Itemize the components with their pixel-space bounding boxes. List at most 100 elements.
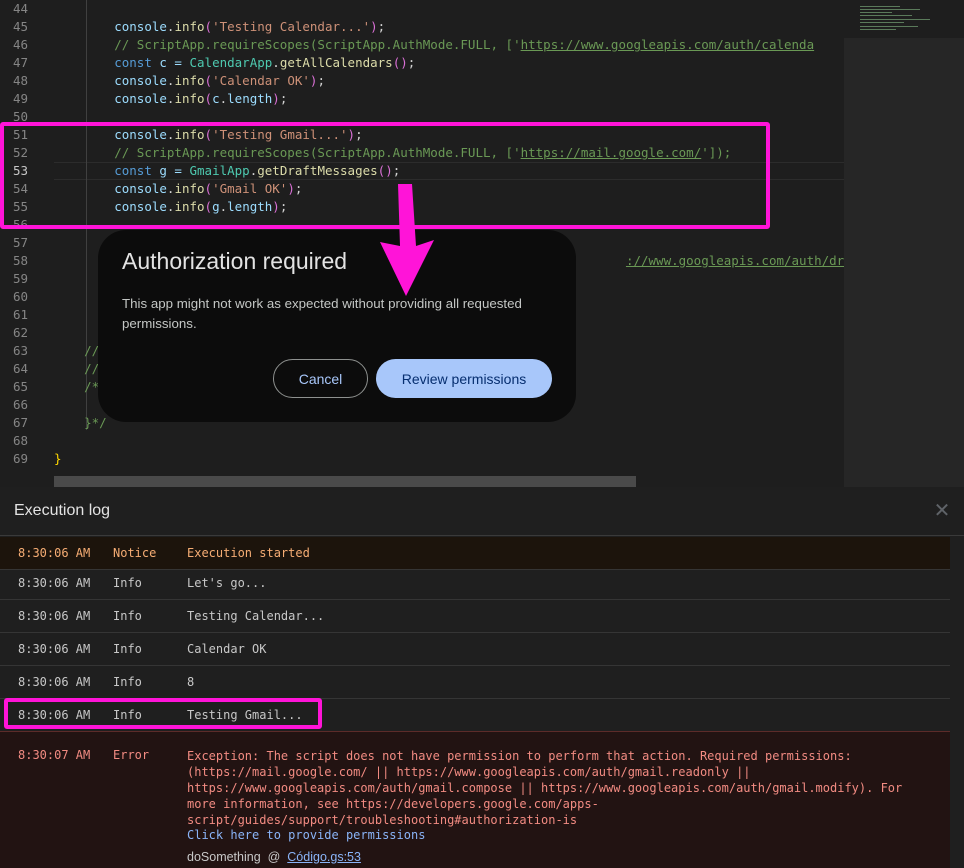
code-text: console.info('Calendar OK'); (54, 72, 325, 90)
code-token: ( (204, 91, 213, 106)
code-token: }*/ (84, 415, 107, 430)
log-row-error: 8:30:07 AM Error Exception: The script d… (0, 731, 950, 868)
error-stack-trace: doSomething @ Código.gs:53 (187, 850, 361, 864)
close-icon[interactable]: ✕ (932, 501, 952, 521)
log-severity: Info (113, 675, 142, 689)
log-scrollbar[interactable] (950, 537, 964, 868)
code-token: const (114, 55, 152, 70)
code-line: 46 // ScriptApp.requireScopes(ScriptApp.… (0, 36, 844, 54)
code-line: 68 (0, 432, 844, 450)
log-time: 8:30:06 AM (18, 642, 91, 656)
code-token: ; (317, 73, 325, 88)
line-number: 68 (12, 433, 28, 448)
execution-log-panel: Execution log ✕ 8:30:06 AM Notice Execut… (0, 487, 964, 868)
code-text: /* (54, 378, 99, 396)
line-number: 64 (12, 361, 28, 376)
log-severity: Info (113, 576, 142, 590)
log-row: 8:30:06 AM Info Calendar OK (0, 633, 950, 666)
line-number: 48 (12, 73, 28, 88)
code-token: info (174, 19, 205, 34)
dialog-message: This app might not work as expected with… (122, 296, 522, 331)
stack-at: @ (267, 850, 281, 864)
cancel-button[interactable]: Cancel (273, 359, 368, 398)
code-token: ( (204, 73, 213, 88)
line-number: 62 (12, 325, 28, 340)
line-number: 66 (12, 397, 28, 412)
code-token: // ScriptApp.requireScopes(ScriptApp.Aut… (114, 37, 521, 52)
log-severity: Info (113, 609, 142, 623)
log-message: Let's go... (187, 576, 267, 590)
line-number: 44 (12, 1, 28, 16)
line-number: 57 (12, 235, 28, 250)
line-number: 67 (12, 415, 28, 430)
log-time: 8:30:06 AM (18, 675, 91, 689)
code-text: }*/ (54, 414, 107, 432)
code-line: 48 console.info('Calendar OK'); (0, 72, 844, 90)
code-token: info (174, 91, 205, 106)
code-token: () (392, 55, 408, 70)
minimap-line (860, 26, 918, 27)
code-token: console (114, 73, 167, 88)
code-token: // (84, 343, 100, 358)
code-token: CalendarApp (189, 55, 273, 70)
code-token: https://www.googleapis.com/auth/calenda (520, 37, 815, 52)
minimap-line (860, 12, 892, 13)
log-row: 8:30:06 AM Info Let's go... (0, 567, 950, 600)
horizontal-scrollbar[interactable] (54, 476, 636, 487)
execution-log-title: Execution log (14, 502, 111, 519)
log-severity: Info (113, 642, 142, 656)
minimap[interactable] (844, 0, 964, 487)
code-text: console.info(c.length); (54, 90, 287, 108)
line-number: 58 (12, 253, 28, 268)
code-text: console.info('Testing Calendar...'); (54, 18, 385, 36)
line-number: 60 (12, 289, 28, 304)
arrow-down-icon (380, 184, 434, 296)
code-token: 'Testing Calendar...' (212, 19, 371, 34)
line-number: 45 (12, 19, 28, 34)
review-permissions-button[interactable]: Review permissions (376, 359, 552, 398)
stack-function: doSomething (187, 850, 261, 864)
code-token: /* (84, 379, 100, 394)
code-line: 47 const c = CalendarApp.getAllCalendars… (0, 54, 844, 72)
log-severity: Notice (113, 546, 157, 560)
code-text: // (54, 360, 99, 378)
code-text: } (54, 450, 62, 468)
minimap-line (860, 19, 930, 20)
minimap-viewport[interactable] (844, 38, 964, 487)
stack-file-link[interactable]: Código.gs:53 (287, 850, 361, 864)
code-line: 69} (0, 450, 844, 468)
line-number: 59 (12, 271, 28, 286)
code-token: . (272, 55, 280, 70)
line-number: 63 (12, 343, 28, 358)
code-token: console (114, 19, 167, 34)
code-token: } (54, 451, 62, 466)
provide-permissions-link[interactable]: Click here to provide permissions (187, 828, 425, 842)
log-time: 8:30:06 AM (18, 576, 91, 590)
log-row: 8:30:06 AM Info Testing Calendar... (0, 600, 950, 633)
minimap-line (860, 29, 896, 30)
execution-log-header: Execution log ✕ (0, 487, 964, 536)
code-line: 49 console.info(c.length); (0, 90, 844, 108)
code-token: c (212, 91, 220, 106)
code-token: length (227, 91, 273, 106)
log-message: Calendar OK (187, 642, 267, 656)
code-token: ) (370, 19, 378, 34)
log-message: Execution started (187, 546, 310, 560)
minimap-line (860, 6, 900, 7)
line-number: 46 (12, 37, 28, 52)
dialog-title: Authorization required (122, 248, 348, 274)
code-token: // (84, 361, 100, 376)
code-token: ; (377, 19, 386, 34)
code-text: const c = CalendarApp.getAllCalendars(); (54, 54, 415, 72)
code-token: ) (272, 91, 280, 106)
code-text: // ScriptApp.requireScopes(ScriptApp.Aut… (54, 36, 814, 54)
log-row: 8:30:06 AM Info 8 (0, 666, 950, 699)
